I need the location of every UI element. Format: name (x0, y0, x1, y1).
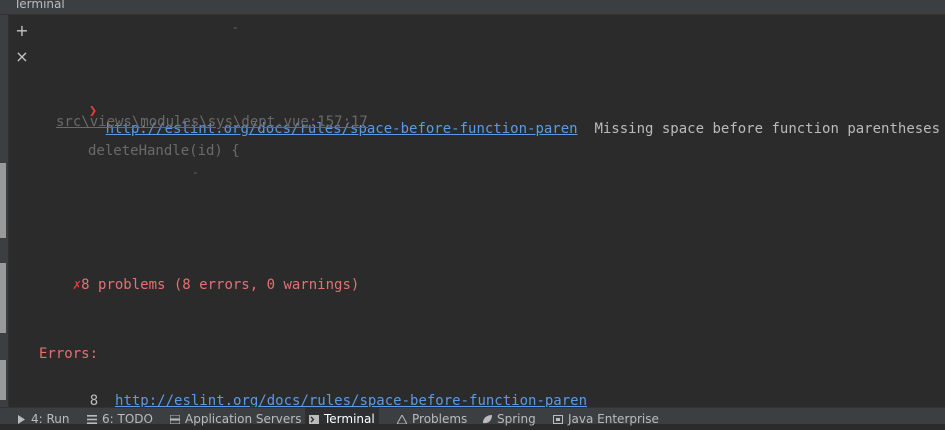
close-session-button[interactable]: × (14, 49, 30, 65)
tab-spring[interactable]: Spring (478, 408, 540, 426)
left-tool-strip (0, 15, 9, 407)
caret-marker: - (232, 21, 239, 34)
left-strip-tab-marker[interactable] (0, 263, 6, 333)
bottom-tool-window-bar: 4: Run 6: TODO Application Servers Termi… (0, 407, 945, 426)
tab-application-servers[interactable]: Application Servers (166, 408, 305, 426)
caret-marker: - (192, 166, 199, 179)
terminal-title-bar: Terminal (0, 0, 945, 15)
terminal-output[interactable]: - ❯ http://eslint.org/docs/rules/space-b… (36, 15, 945, 409)
problems-summary: ✗8 problems (8 errors, 0 warnings) (39, 258, 360, 312)
terminal-side-toolbar: + × (9, 15, 35, 407)
tab-todo[interactable]: 6: TODO (83, 408, 157, 426)
rule-message: Missing space before function parenthese… (594, 121, 941, 137)
errors-header: Errors: (39, 346, 99, 362)
tab-problems[interactable]: Problems (393, 408, 471, 426)
tab-terminal[interactable]: Terminal (305, 408, 379, 426)
error-cross-icon: ✗ (72, 277, 82, 293)
left-strip-tab-marker[interactable] (0, 360, 6, 400)
terminal-title: Terminal (14, 0, 65, 11)
left-strip-tab-marker[interactable] (0, 163, 6, 238)
tab-run[interactable]: 4: Run (12, 408, 74, 426)
tab-java-enterprise[interactable]: Java Enterprise (549, 408, 663, 426)
code-snippet: deleteHandle(id) { (88, 143, 240, 159)
new-session-button[interactable]: + (14, 23, 30, 39)
file-location-link[interactable]: src\views\modules\sys\dept.vue:157:17 (56, 113, 368, 131)
summary-text: 8 problems (8 errors, 0 warnings) (81, 277, 360, 293)
